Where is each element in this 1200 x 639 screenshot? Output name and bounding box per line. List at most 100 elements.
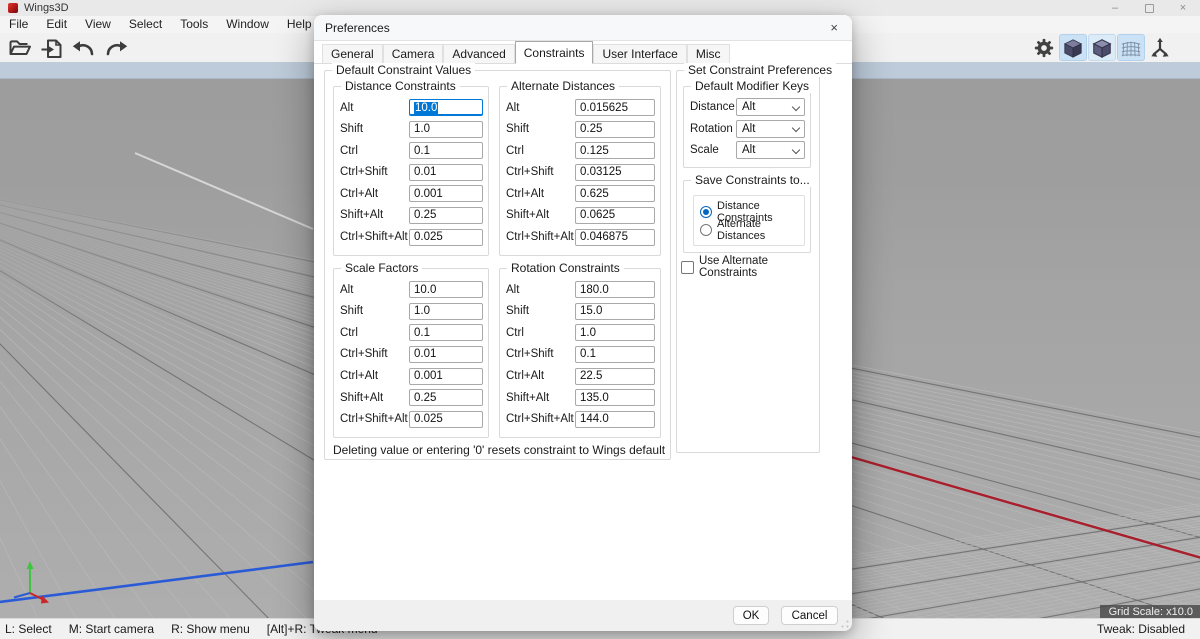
tweak-axes-icon (1149, 37, 1171, 59)
constraint-row: Ctrl 0.1 (340, 324, 483, 341)
constraint-row: Ctrl 0.1 (340, 142, 483, 159)
preferences-button[interactable] (1030, 34, 1058, 61)
menu-item[interactable]: Select (120, 16, 171, 33)
restore-icon (1145, 4, 1154, 13)
use-alternate-checkbox[interactable]: Use Alternate Constraints (681, 255, 819, 279)
shaded-mode-button[interactable] (1059, 34, 1087, 61)
constraint-input[interactable]: 0.25 (575, 121, 655, 138)
menu-item[interactable]: Edit (37, 16, 76, 33)
dialog-titlebar[interactable]: Preferences × (314, 15, 852, 41)
minimize-button[interactable]: – (1098, 0, 1132, 16)
modifier-row: Scale Alt (690, 141, 805, 159)
import-button[interactable] (38, 34, 66, 61)
mouse-hint: R: Show menu (171, 622, 250, 636)
modifier-select[interactable]: Alt (736, 120, 805, 138)
group-title: Default Modifier Keys (691, 79, 813, 93)
constraint-label: Shift+Alt (340, 209, 409, 221)
constraint-label: Ctrl+Alt (506, 188, 575, 200)
radio-option[interactable]: Alternate Distances (700, 221, 804, 239)
modifier-label: Scale (690, 144, 736, 156)
reset-note: Deleting value or entering '0' resets co… (333, 443, 665, 457)
chevron-down-icon (792, 145, 800, 153)
modifier-label: Rotation (690, 123, 736, 135)
constraint-input[interactable]: 0.001 (409, 185, 483, 202)
constraint-row: Ctrl+Alt 0.625 (506, 185, 655, 202)
constraint-input[interactable]: 135.0 (575, 389, 655, 406)
tweak-mode-button[interactable] (1146, 34, 1174, 61)
ok-button[interactable]: OK (733, 606, 769, 625)
group-title: Save Constraints to... (691, 173, 814, 187)
constraint-input[interactable]: 0.025 (409, 229, 483, 246)
constraint-input[interactable]: 0.025 (409, 411, 483, 428)
constraint-input[interactable]: 1.0 (409, 121, 483, 138)
tab[interactable]: User Interface (593, 44, 686, 63)
constraint-input[interactable]: 0.1 (575, 346, 655, 363)
constraint-label: Shift (340, 305, 409, 317)
constraint-input[interactable]: 22.5 (575, 368, 655, 385)
dialog-footer: OK Cancel (314, 600, 852, 631)
tab[interactable]: Camera (383, 44, 444, 63)
menu-item[interactable]: File (0, 16, 37, 33)
close-button[interactable]: × (1166, 0, 1200, 16)
undo-button[interactable] (70, 34, 98, 61)
preferences-dialog: Preferences × GeneralCameraAdvancedConst… (314, 15, 852, 631)
restore-button[interactable] (1132, 0, 1166, 16)
gear-icon (1033, 37, 1055, 59)
tab[interactable]: Advanced (443, 44, 514, 63)
constraint-label: Shift (506, 305, 575, 317)
tab[interactable]: Constraints (515, 41, 594, 64)
constraint-row: Shift+Alt 0.25 (340, 207, 483, 224)
constraint-input[interactable]: 0.1 (409, 324, 483, 341)
tab[interactable]: General (322, 44, 383, 63)
constraint-input[interactable]: 0.015625 (575, 99, 655, 116)
cancel-button[interactable]: Cancel (781, 606, 838, 625)
constraint-input[interactable]: 0.125 (575, 142, 655, 159)
window-titlebar: Wings3D – × (0, 0, 1200, 16)
constraint-input[interactable]: 144.0 (575, 411, 655, 428)
constraint-row: Ctrl 1.0 (506, 324, 655, 341)
modifier-row: Distance Alt (690, 98, 805, 116)
constraint-input[interactable]: 0.046875 (575, 229, 655, 246)
menu-item[interactable]: View (76, 16, 120, 33)
constraint-input[interactable]: 0.25 (409, 389, 483, 406)
resize-grip[interactable] (841, 620, 849, 628)
constraint-input[interactable]: 180.0 (575, 281, 655, 298)
constraint-input[interactable]: 0.01 (409, 346, 483, 363)
menu-item[interactable]: Tools (171, 16, 217, 33)
constraint-input[interactable]: 1.0 (409, 303, 483, 320)
group-title: Set Constraint Preferences (684, 63, 836, 77)
constraint-input[interactable]: 0.03125 (575, 164, 655, 181)
constraint-input[interactable]: 1.0 (575, 324, 655, 341)
constraint-row: Alt 10.0 (340, 281, 483, 298)
constraint-input[interactable]: 0.01 (409, 164, 483, 181)
constraint-input[interactable]: 10.0 (409, 99, 483, 116)
constraint-input[interactable]: 0.625 (575, 185, 655, 202)
constraint-row: Shift+Alt 0.25 (340, 389, 483, 406)
constraint-label: Shift+Alt (340, 392, 409, 404)
modifier-label: Distance (690, 101, 736, 113)
constraint-input[interactable]: 0.0625 (575, 207, 655, 224)
radio-label: Alternate Distances (717, 218, 804, 242)
mesh-mode-button[interactable] (1117, 34, 1145, 61)
modifier-select[interactable]: Alt (736, 98, 805, 116)
constraint-input[interactable]: 0.25 (409, 207, 483, 224)
tab-bar: GeneralCameraAdvancedConstraintsUser Int… (314, 41, 852, 64)
mesh-grid-icon (1120, 37, 1142, 59)
constraint-label: Shift (340, 123, 409, 135)
dialog-close-button[interactable]: × (827, 19, 841, 36)
menu-item[interactable]: Window (217, 16, 278, 33)
constraint-row: Alt 10.0 (340, 99, 483, 116)
constraint-input[interactable]: 0.001 (409, 368, 483, 385)
open-file-button[interactable] (6, 34, 34, 61)
constraint-input[interactable]: 10.0 (409, 281, 483, 298)
modifier-select[interactable]: Alt (736, 141, 805, 159)
constraint-row: Alt 180.0 (506, 281, 655, 298)
constraint-input[interactable]: 0.1 (409, 142, 483, 159)
constraint-row: Ctrl 0.125 (506, 142, 655, 159)
constraint-row: Shift 1.0 (340, 121, 483, 138)
wireframe-mode-button[interactable] (1088, 34, 1116, 61)
group-distance-constraints: Distance Constraints Alt 10.0 Shift (333, 86, 489, 256)
constraint-input[interactable]: 15.0 (575, 303, 655, 320)
tab[interactable]: Misc (687, 44, 730, 63)
redo-button[interactable] (102, 34, 130, 61)
